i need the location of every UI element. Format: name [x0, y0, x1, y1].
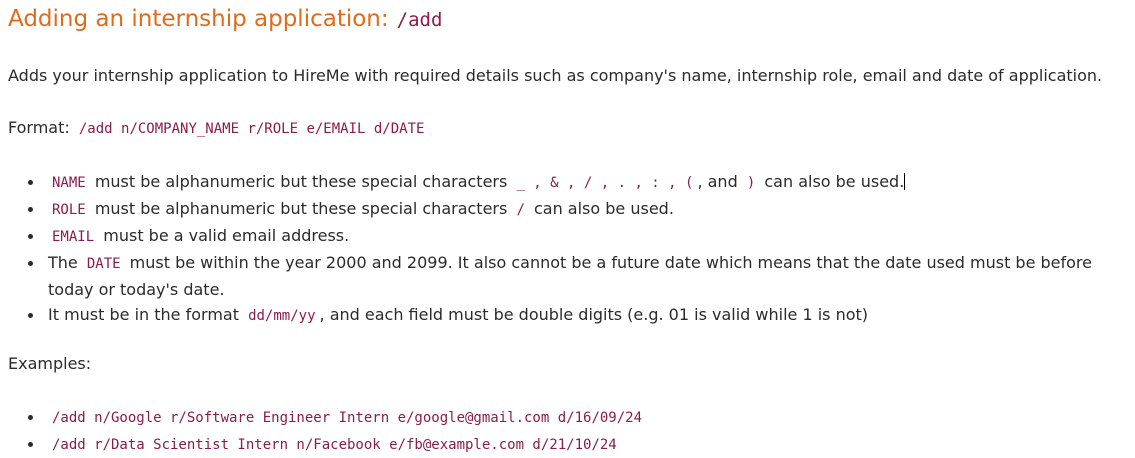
- list-item: /add n/Google r/Software Engineer Intern…: [0, 404, 646, 431]
- section-heading: Adding an internship application: /add: [8, 6, 442, 32]
- date-format-code: dd/mm/yy: [248, 308, 316, 324]
- description: Adds your internship application to Hire…: [8, 66, 1103, 85]
- example-command: /add r/Data Scientist Intern n/Facebook …: [52, 437, 617, 453]
- email-code: EMAIL: [52, 229, 95, 245]
- rule-text: must be a valid email address.: [103, 226, 350, 245]
- list-item: It must be in the format dd/mm/yy, and e…: [0, 302, 1133, 329]
- rule-text: , and: [697, 172, 738, 191]
- rule-text: The: [48, 253, 78, 272]
- rule-text: It must be in the format: [48, 305, 239, 324]
- list-item: The DATE must be within the year 2000 an…: [0, 250, 1133, 302]
- rule-text: must be alphanumeric but these special c…: [94, 199, 508, 218]
- heading-command: /add: [396, 9, 443, 31]
- role-code: ROLE: [52, 202, 86, 218]
- rule-text: can also be used.: [533, 199, 674, 218]
- special-chars: /: [516, 202, 525, 218]
- user-guide-section: Adding an internship application: /add Ad…: [0, 0, 1135, 454]
- format-label: Format:: [8, 118, 70, 137]
- list-item: ROLE must be alphanumeric but these spec…: [0, 196, 1133, 223]
- examples-label: Examples:: [8, 354, 92, 373]
- rule-text: can also be used.: [764, 172, 905, 191]
- name-code: NAME: [52, 175, 86, 191]
- list-item: NAME must be alphanumeric but these spec…: [0, 169, 1133, 196]
- rule-text: must be within the year 2000 and 2099. I…: [48, 253, 1092, 299]
- example-command: /add n/Google r/Software Engineer Intern…: [52, 410, 643, 426]
- format-code: /add n/COMPANY_NAME r/ROLE e/EMAIL d/DAT…: [78, 121, 425, 137]
- special-chars: _ , & , / , . , : , (: [516, 175, 694, 191]
- list-item: EMAIL must be a valid email address.: [0, 223, 1133, 250]
- format-line: Format: /add n/COMPANY_NAME r/ROLE e/EMA…: [8, 118, 428, 137]
- heading-title: Adding an internship application:: [8, 6, 389, 32]
- rules-list: NAME must be alphanumeric but these spec…: [0, 169, 1133, 329]
- rule-text: , and each field must be double digits (…: [319, 305, 869, 324]
- special-char: ): [746, 175, 756, 191]
- rule-text: must be alphanumeric but these special c…: [94, 172, 508, 191]
- text-caret: [904, 173, 906, 190]
- date-code: DATE: [86, 256, 121, 272]
- examples-list: /add n/Google r/Software Engineer Intern…: [0, 404, 646, 458]
